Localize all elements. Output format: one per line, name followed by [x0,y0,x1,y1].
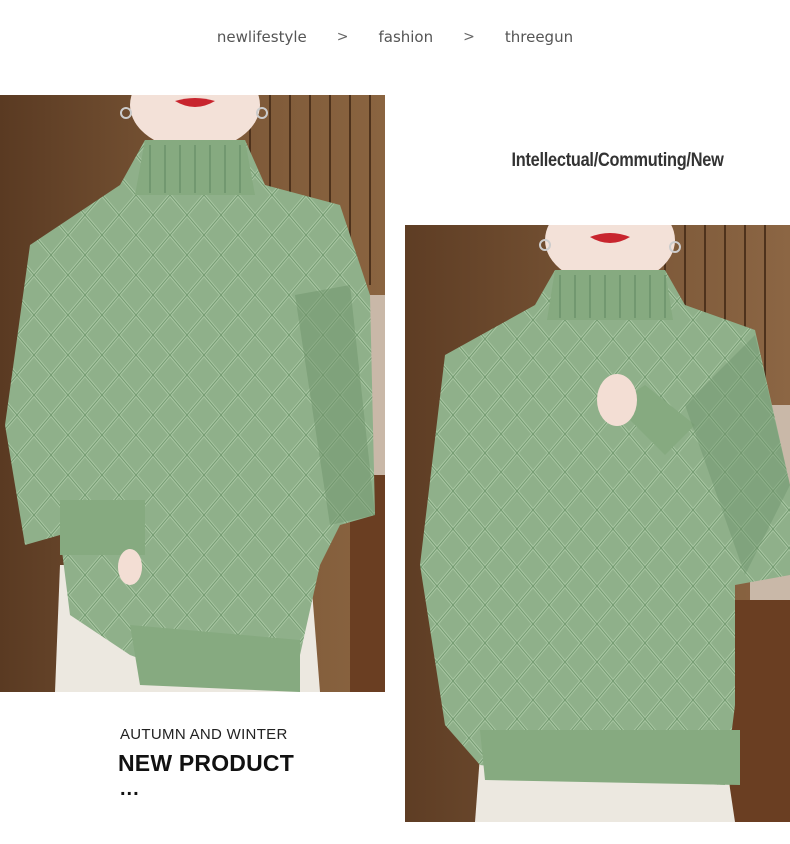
product-photo-front [0,95,385,692]
breadcrumb-item-fashion[interactable]: fashion [374,28,437,46]
product-photo-pose [405,225,790,822]
breadcrumb-item-threegun[interactable]: threegun [501,28,577,46]
breadcrumb-separator-icon: > [336,29,349,45]
season-label: AUTUMN AND WINTER [120,726,288,743]
breadcrumb-separator-icon: > [463,29,475,45]
product-tagline: Intellectual/Commuting/New [511,150,724,171]
more-ellipsis: ... [120,778,140,800]
new-product-heading: NEW PRODUCT [118,750,294,776]
breadcrumb: newlifestyle > fashion > threegun [0,24,790,50]
breadcrumb-item-newlifestyle[interactable]: newlifestyle [213,28,311,46]
